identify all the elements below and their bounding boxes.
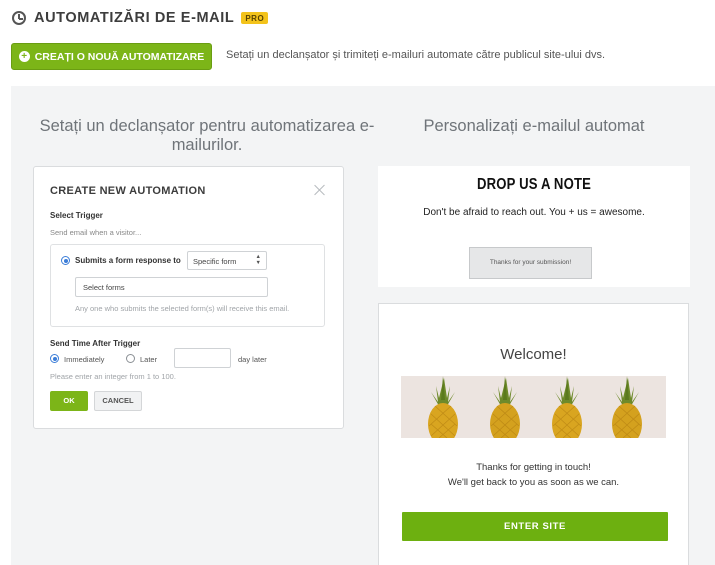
trigger-hint: Send email when a visitor... [50, 228, 142, 237]
pineapple-3 [552, 376, 582, 438]
pineapples-illustration [428, 376, 642, 438]
create-automation-label: CREAȚI O NOUĂ AUTOMATIZARE [34, 50, 205, 63]
create-automation-dialog: CREATE NEW AUTOMATION Select Trigger Sen… [33, 166, 344, 429]
plus-circle-icon: + [18, 51, 30, 62]
select-arrows-icon: ▲ ▼ [255, 254, 261, 266]
submits-form-label: Submits a form response to [75, 256, 181, 265]
send-time-label: Send Time After Trigger [50, 339, 141, 348]
submits-form-radio[interactable] [61, 256, 70, 265]
form-type-value: Specific form [193, 257, 237, 266]
later-radio[interactable] [126, 354, 135, 363]
days-suffix: day later [238, 355, 267, 364]
immediately-radio[interactable] [50, 354, 59, 363]
range-help-text: Please enter an integer from 1 to 100. [50, 372, 176, 381]
later-label: Later [140, 355, 158, 364]
clock-icon [12, 11, 26, 25]
submission-thanks-button[interactable]: Thanks for your submission! [469, 247, 592, 279]
welcome-title: Welcome! [500, 346, 567, 363]
form-type-select[interactable]: Specific form ▲ ▼ [187, 251, 267, 270]
pineapples-image [401, 376, 666, 438]
page-title: AUTOMATIZĂRI DE E-MAIL [34, 10, 235, 26]
welcome-email-preview: Welcome! Thanks for getting in touch! We… [378, 303, 689, 565]
note-title: DROP US A NOTE [476, 176, 592, 193]
days-input[interactable] [174, 348, 231, 368]
pineapple-1 [428, 376, 458, 438]
close-icon[interactable] [314, 184, 325, 195]
select-trigger-label: Select Trigger [50, 211, 103, 220]
forms-help-text: Any one who submits the selected form(s)… [75, 304, 290, 313]
welcome-message-line1: Thanks for getting in touch! [476, 462, 591, 473]
create-automation-button[interactable]: + CREAȚI O NOUĂ AUTOMATIZARE [11, 43, 212, 70]
email-section-title: Personalizați e-mailul automat [423, 117, 645, 135]
pineapple-4 [612, 376, 642, 438]
welcome-message-line2: We'll get back to you as soon as we can. [447, 477, 620, 488]
enter-site-button[interactable]: ENTER SITE [402, 512, 668, 541]
immediately-label: Immediately [64, 355, 105, 364]
welcome-message: Thanks for getting in touch! We'll get b… [379, 460, 688, 490]
forms-input[interactable]: Select forms [75, 277, 268, 297]
note-form-preview: DROP US A NOTE Don't be afraid to reach … [378, 166, 690, 287]
page-header: AUTOMATIZĂRI DE E-MAIL PRO [12, 9, 269, 27]
pineapple-2 [490, 376, 520, 438]
ok-button[interactable]: OK [50, 391, 88, 411]
dialog-title: CREATE NEW AUTOMATION [50, 185, 206, 197]
toolbar-description: Setați un declanșator și trimiteți e-mai… [226, 49, 606, 61]
pro-badge: PRO [241, 12, 269, 24]
cancel-button[interactable]: CANCEL [94, 391, 142, 411]
note-subtitle: Don't be afraid to reach out. You + us =… [423, 207, 645, 218]
trigger-section-title: Setați un declanșator pentru automatizar… [39, 117, 375, 154]
